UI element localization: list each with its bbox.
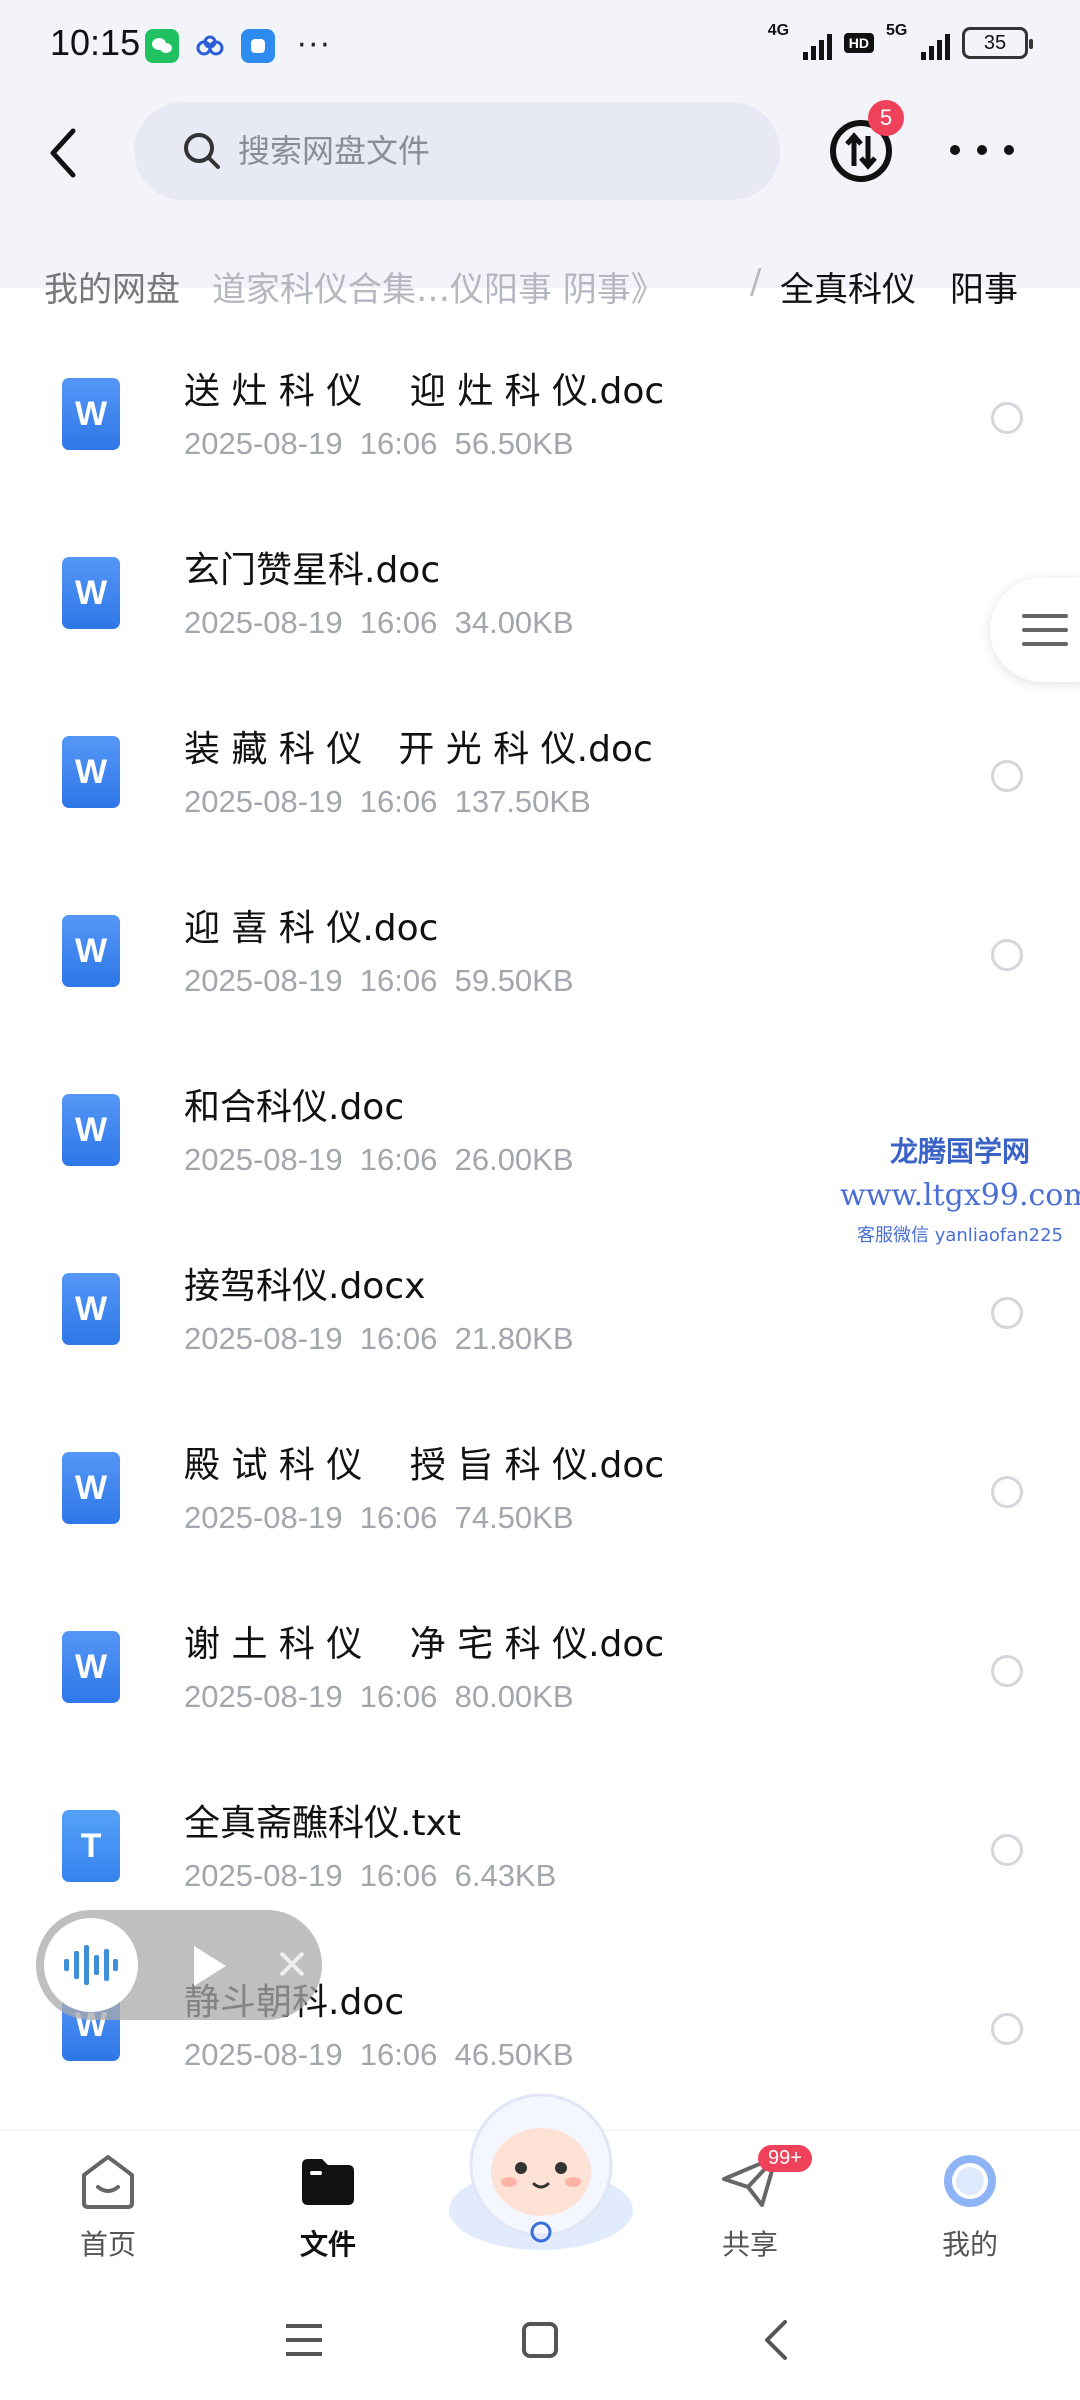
tab-label: 共享: [721, 2228, 778, 2261]
select-radio[interactable]: [991, 1655, 1023, 1687]
home-button[interactable]: [510, 2310, 570, 2370]
select-radio[interactable]: [991, 402, 1023, 434]
word-doc-icon: W: [62, 1273, 120, 1345]
transfer-badge: 5: [868, 100, 904, 136]
menu-lines-icon: [1022, 614, 1068, 646]
file-name: 接驾科仪.docx: [184, 1266, 426, 1307]
tab-label: 我的: [941, 2228, 998, 2261]
play-icon: [194, 1946, 226, 1986]
file-name: 送 灶 科 仪 迎 灶 科 仪.doc: [184, 371, 665, 412]
hd-badge: HD: [843, 33, 874, 53]
file-name: 谢 土 科 仪 净 宅 科 仪.doc: [184, 1624, 665, 1665]
ai-assistant-mascot[interactable]: [446, 2080, 636, 2260]
status-bar: 10:15 ··· 4G HD 5G 35: [0, 0, 1080, 92]
watermark-title: 龙腾国学网: [889, 1135, 1030, 1168]
list-item[interactable]: W 谢 土 科 仪 净 宅 科 仪.doc 2025-08-19 16:06 8…: [0, 1593, 1080, 1772]
search-input[interactable]: [238, 132, 718, 170]
tab-home[interactable]: 首页: [38, 2149, 178, 2263]
tab-files[interactable]: 文件: [258, 2149, 398, 2263]
word-doc-icon: W: [62, 1094, 120, 1166]
select-radio[interactable]: [991, 1297, 1023, 1329]
tab-me[interactable]: 我的: [900, 2149, 1040, 2263]
watermark: 龙腾国学网 www.ltgx99.com 客服微信 yanliaofan225: [840, 1130, 1080, 1247]
tab-label: 首页: [79, 2228, 136, 2261]
cloud-app-icon: [193, 29, 227, 63]
more-notifications-icon: ···: [297, 28, 332, 63]
tab-label: 文件: [299, 2228, 356, 2261]
status-app-icons: ···: [145, 28, 332, 63]
search-box[interactable]: [134, 102, 780, 200]
back-button[interactable]: [34, 118, 94, 188]
select-radio[interactable]: [991, 1834, 1023, 1866]
avatar-ring-icon: [944, 2155, 996, 2207]
app-square-icon: [241, 28, 275, 63]
system-nav-bar: [0, 2280, 1080, 2400]
file-name: 全真斋醮科仪.txt: [184, 1803, 461, 1844]
breadcrumb-root[interactable]: 我的网盘: [44, 262, 180, 311]
status-time: 10:15: [50, 22, 141, 63]
status-right: 4G HD 5G 35: [768, 22, 1033, 62]
watermark-url: www.ltgx99.com: [840, 1178, 1080, 1213]
close-player-button[interactable]: [262, 1934, 322, 1994]
breadcrumb-current: 全真科仪 阳事: [780, 270, 1018, 310]
back-triangle-icon: [765, 2320, 787, 2360]
file-meta: 2025-08-19 16:06 21.80KB: [184, 1321, 574, 1356]
list-item[interactable]: W 迎 喜 科 仪.doc 2025-08-19 16:06 59.50KB: [0, 877, 1080, 1056]
menu-icon: [286, 2324, 322, 2356]
list-item[interactable]: W 装 藏 科 仪 开 光 科 仪.doc 2025-08-19 16:06 1…: [0, 698, 1080, 877]
file-meta: 2025-08-19 16:06 34.00KB: [184, 605, 574, 640]
file-meta: 2025-08-19 16:06 59.50KB: [184, 963, 574, 998]
file-meta: 2025-08-19 16:06 137.50KB: [184, 784, 591, 819]
mascot-icon: [449, 2093, 633, 2250]
word-doc-icon: W: [62, 736, 120, 808]
square-icon: [522, 2322, 558, 2358]
tab-share[interactable]: 99+ 共享: [680, 2145, 820, 2263]
file-name: 迎 喜 科 仪.doc: [184, 908, 439, 949]
file-name: 玄门赞星科.doc: [184, 550, 441, 591]
watermark-contact: 客服微信 yanliaofan225: [857, 1225, 1063, 1246]
file-meta: 2025-08-19 16:06 6.43KB: [184, 1858, 557, 1893]
home-icon: [82, 2155, 134, 2209]
signal-5g-icon: 5G: [886, 22, 950, 62]
word-doc-icon: W: [62, 915, 120, 987]
select-radio[interactable]: [991, 760, 1023, 792]
list-item[interactable]: W 送 灶 科 仪 迎 灶 科 仪.doc 2025-08-19 16:06 5…: [0, 340, 1080, 519]
file-meta: 2025-08-19 16:06 56.50KB: [184, 426, 574, 461]
system-back-button[interactable]: [746, 2310, 806, 2370]
floating-audio-player[interactable]: [36, 1910, 322, 2020]
chevron-left-icon: [50, 128, 76, 178]
file-meta: 2025-08-19 16:06 80.00KB: [184, 1679, 574, 1714]
file-name: 和合科仪.doc: [184, 1087, 405, 1128]
word-doc-icon: W: [62, 378, 120, 450]
recents-button[interactable]: [274, 2310, 334, 2370]
breadcrumb: 我的网盘 道家科仪合集…仪阳事 阴事》 / 全真科仪 阳事: [0, 250, 1080, 320]
file-meta: 2025-08-19 16:06 74.50KB: [184, 1500, 574, 1535]
signal-4g-icon: 4G: [768, 22, 832, 62]
list-item[interactable]: W 玄门赞星科.doc 2025-08-19 16:06 34.00KB: [0, 519, 1080, 698]
play-button[interactable]: [180, 1938, 236, 1994]
audio-wave-icon[interactable]: [44, 1918, 138, 2012]
battery-icon: 35: [962, 27, 1033, 59]
word-doc-icon: W: [62, 1631, 120, 1703]
file-name: 殿 试 科 仪 授 旨 科 仪.doc: [184, 1445, 665, 1486]
select-radio[interactable]: [991, 2013, 1023, 2045]
more-options-button[interactable]: [950, 130, 1014, 170]
word-doc-icon: W: [62, 1452, 120, 1524]
select-radio[interactable]: [991, 939, 1023, 971]
search-icon: [184, 133, 220, 169]
file-meta: 2025-08-19 16:06 46.50KB: [184, 2037, 574, 2072]
wechat-icon: [145, 28, 179, 63]
breadcrumb-separator: /: [750, 262, 762, 302]
folder-icon: [302, 2159, 354, 2205]
text-file-icon: T: [62, 1810, 120, 1882]
select-radio[interactable]: [991, 1476, 1023, 1508]
list-item[interactable]: W 殿 试 科 仪 授 旨 科 仪.doc 2025-08-19 16:06 7…: [0, 1414, 1080, 1593]
breadcrumb-parent[interactable]: 道家科仪合集…仪阳事 阴事》: [212, 262, 665, 311]
close-icon: [279, 1951, 305, 1977]
file-meta: 2025-08-19 16:06 26.00KB: [184, 1142, 574, 1177]
share-badge: 99+: [758, 2145, 812, 2172]
word-doc-icon: W: [62, 557, 120, 629]
file-name: 装 藏 科 仪 开 光 科 仪.doc: [184, 729, 653, 770]
list-item[interactable]: W 接驾科仪.docx 2025-08-19 16:06 21.80KB: [0, 1235, 1080, 1414]
